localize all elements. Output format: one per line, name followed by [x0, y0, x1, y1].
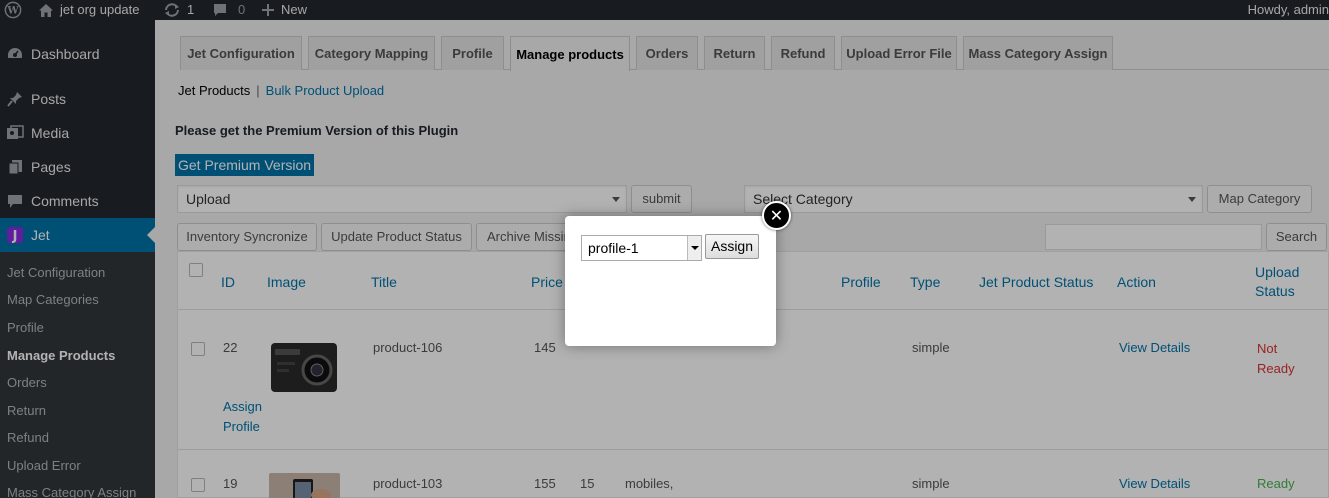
assign-profile-modal: profile-1 Assign: [565, 216, 776, 346]
profile-select[interactable]: profile-1: [581, 235, 702, 261]
assign-button[interactable]: Assign: [705, 234, 759, 259]
close-glyph: ✕: [769, 207, 784, 225]
profile-select-value: profile-1: [588, 240, 639, 256]
chevron-down-icon: [687, 236, 701, 260]
close-icon[interactable]: ✕: [762, 201, 791, 230]
